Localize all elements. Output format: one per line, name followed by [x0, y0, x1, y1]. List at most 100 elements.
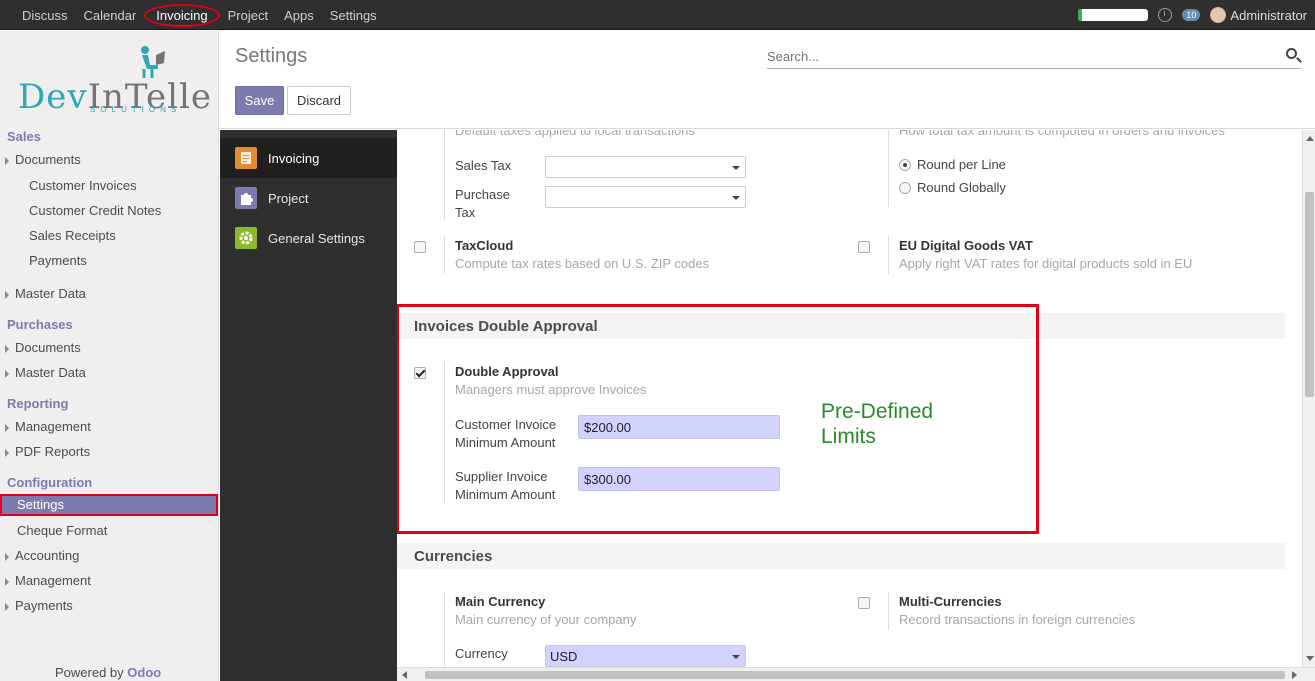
- sidebar-item-label: Accounting: [15, 548, 80, 563]
- avatar: [1210, 7, 1227, 23]
- sales-tax-select[interactable]: [545, 156, 746, 178]
- sidebar-item-sales-receipts[interactable]: Sales Receipts: [0, 225, 218, 247]
- sidebar-item-label: Management: [15, 419, 91, 434]
- divider: [444, 592, 445, 667]
- divider: [888, 236, 889, 274]
- caret-right-icon: [5, 423, 9, 432]
- app-item-label: Invoicing: [268, 150, 320, 166]
- eu-vat-description: Apply right VAT rates for digital produc…: [899, 256, 1193, 271]
- sidebar-item-sales-payments[interactable]: Payments: [0, 250, 218, 272]
- app-item-general-settings[interactable]: General Settings: [220, 218, 397, 258]
- sidebar-item-purchases-documents[interactable]: Documents: [0, 337, 218, 359]
- round-per-line-radio[interactable]: [899, 159, 911, 171]
- top-menu: Discuss Calendar Invoicing Project Apps …: [14, 0, 385, 30]
- multi-currencies-label: Multi-Currencies: [899, 594, 1002, 609]
- scroll-up-icon[interactable]: [1306, 136, 1314, 141]
- sidebar-item-reporting-management[interactable]: Management: [0, 416, 218, 438]
- section-title: Currencies: [414, 548, 493, 565]
- caret-right-icon: [5, 290, 9, 299]
- section-header-currencies: Currencies: [397, 543, 1285, 569]
- caret-right-icon: [5, 602, 9, 611]
- divider: [888, 130, 889, 207]
- menu-settings[interactable]: Settings: [322, 8, 385, 23]
- multi-currencies-description: Record transactions in foreign currencie…: [899, 612, 1136, 627]
- sidebar-item-sales-master-data[interactable]: Master Data: [0, 283, 218, 305]
- sidebar-item-customer-credit-notes[interactable]: Customer Credit Notes: [0, 200, 218, 222]
- purchase-tax-select[interactable]: [545, 186, 746, 208]
- sidebar-item-cheque-format[interactable]: Cheque Format: [0, 520, 218, 542]
- menu-discuss[interactable]: Discuss: [14, 8, 76, 23]
- user-name: Administrator: [1230, 7, 1307, 23]
- caret-right-icon: [5, 156, 9, 165]
- caret-right-icon: [5, 448, 9, 457]
- save-button[interactable]: Save: [235, 86, 284, 115]
- sidebar-item-sales-documents[interactable]: Documents: [0, 149, 218, 171]
- menu-invoicing[interactable]: Invoicing: [144, 3, 220, 27]
- progress-fill: [1078, 9, 1082, 21]
- puzzle-icon: [235, 187, 257, 209]
- highlight-box: [397, 304, 1039, 534]
- app-item-invoicing[interactable]: Invoicing: [220, 138, 397, 178]
- settings-content: Default taxes applied to local transacti…: [397, 130, 1302, 667]
- devintelle-logo[interactable]: DevInTelle SOLUTIONS: [16, 43, 211, 119]
- vertical-scrollbar[interactable]: [1302, 130, 1315, 667]
- logo-part-dev: Dev: [18, 77, 88, 117]
- divider: [444, 130, 445, 220]
- sidebar-item-config-management[interactable]: Management: [0, 570, 218, 592]
- powered-by: Powered by Odoo: [55, 665, 161, 680]
- search-input[interactable]: [767, 45, 1267, 67]
- sidebar-item-label: Documents: [15, 340, 81, 355]
- currency-value: USD: [550, 649, 578, 664]
- scrollbar-thumb[interactable]: [1305, 192, 1314, 397]
- scroll-right-icon[interactable]: [1292, 671, 1297, 679]
- scroll-down-icon[interactable]: [1306, 656, 1314, 661]
- multi-currencies-checkbox[interactable]: [858, 597, 870, 609]
- discard-button[interactable]: Discard: [287, 86, 351, 115]
- sidebar-item-pdf-reports[interactable]: PDF Reports: [0, 441, 218, 463]
- search-bar: [767, 45, 1301, 69]
- taxcloud-label: TaxCloud: [455, 238, 514, 253]
- menu-project[interactable]: Project: [220, 8, 276, 23]
- caret-right-icon: [5, 369, 9, 378]
- sidebar-item-label: Master Data: [15, 286, 86, 301]
- sidebar-item-label: PDF Reports: [15, 444, 91, 459]
- sidebar-item-accounting[interactable]: Accounting: [0, 545, 218, 567]
- section-reporting: Reporting: [7, 396, 69, 411]
- sidebar-item-purchases-master-data[interactable]: Master Data: [0, 362, 218, 384]
- sales-tax-label: Sales Tax: [455, 158, 512, 173]
- sidebar-item-config-payments[interactable]: Payments: [0, 595, 218, 617]
- invoicing-icon: [235, 147, 257, 169]
- eu-vat-checkbox[interactable]: [858, 241, 870, 253]
- currency-select[interactable]: USD: [545, 645, 746, 667]
- powered-by-text: Powered by: [55, 665, 124, 680]
- sidebar-item-label: Management: [15, 573, 91, 588]
- clock-icon[interactable]: [1158, 8, 1173, 22]
- sidebar: DevInTelle SOLUTIONS Sales Documents Cus…: [0, 31, 219, 681]
- round-globally-label: Round Globally: [917, 180, 1006, 195]
- sidebar-item-label: Documents: [15, 152, 81, 167]
- sidebar-item-settings[interactable]: Settings: [0, 494, 218, 516]
- tax-rounding-description: How total tax amount is computed in orde…: [899, 130, 1225, 138]
- search-icon[interactable]: [1286, 48, 1297, 59]
- page-title: Settings: [235, 45, 308, 67]
- menu-apps[interactable]: Apps: [276, 8, 322, 23]
- user-menu[interactable]: Administrator: [1210, 7, 1307, 23]
- app-item-project[interactable]: Project: [220, 178, 397, 218]
- scroll-left-icon[interactable]: [402, 671, 407, 679]
- odoo-link[interactable]: Odoo: [127, 665, 161, 680]
- section-purchases: Purchases: [7, 317, 73, 332]
- horizontal-scrollbar[interactable]: [397, 667, 1315, 681]
- section-sales: Sales: [7, 129, 41, 144]
- round-per-line-label: Round per Line: [917, 157, 1006, 172]
- sidebar-item-customer-invoices[interactable]: Customer Invoices: [0, 175, 218, 197]
- section-configuration: Configuration: [7, 475, 93, 490]
- progress-bar[interactable]: [1078, 9, 1149, 21]
- round-globally-radio[interactable]: [899, 182, 911, 194]
- chat-count-badge[interactable]: 10: [1182, 9, 1201, 21]
- taxcloud-checkbox[interactable]: [414, 241, 426, 253]
- menu-calendar[interactable]: Calendar: [76, 8, 145, 23]
- person-at-laptop-icon: [141, 46, 165, 78]
- scrollbar-thumb[interactable]: [425, 671, 1285, 679]
- currency-label: Currency: [455, 646, 508, 661]
- app-item-label: Project: [268, 190, 309, 206]
